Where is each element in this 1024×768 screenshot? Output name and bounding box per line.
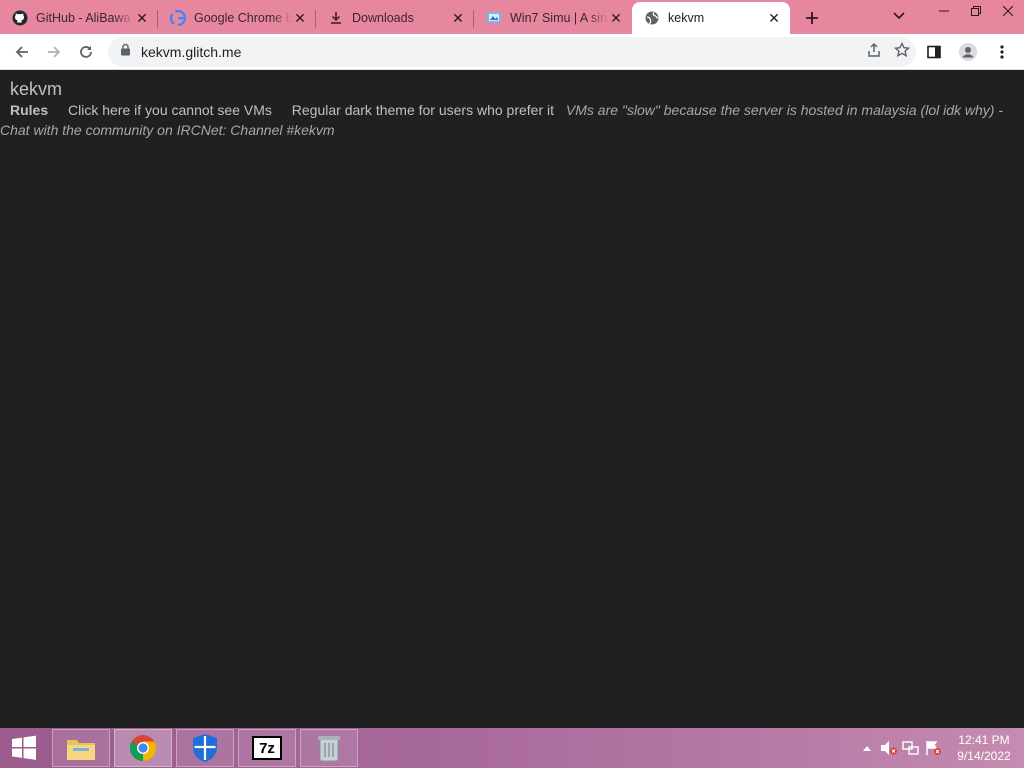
restore-icon [971, 6, 981, 16]
reload-button[interactable] [70, 36, 102, 68]
tab-title: Win7 Simu | A sin [510, 11, 608, 25]
new-tab-button[interactable] [798, 4, 826, 32]
chevron-up-icon [863, 746, 871, 751]
file-explorer-button[interactable] [52, 729, 110, 767]
url-text[interactable]: kekvm.glitch.me [141, 44, 241, 60]
network-icon[interactable] [900, 737, 922, 759]
tab-kekvm[interactable]: kekvm ✕ [632, 2, 790, 34]
close-icon[interactable]: ✕ [134, 10, 150, 26]
side-panel-button[interactable] [918, 36, 950, 68]
tab-title: Google Chrome b [194, 11, 292, 25]
volume-muted-icon[interactable] [878, 737, 900, 759]
tab-search-button[interactable] [889, 6, 909, 26]
tab-win7-simu[interactable]: Win7 Simu | A sin ✕ [474, 2, 632, 34]
bookmark-star-icon[interactable] [893, 41, 911, 63]
browser-toolbar: kekvm.glitch.me [0, 34, 1024, 70]
defender-button[interactable] [176, 729, 234, 767]
close-icon [1003, 6, 1013, 16]
download-icon [328, 10, 344, 26]
tab-google-chrome[interactable]: Google Chrome b ✕ [158, 2, 316, 34]
close-icon[interactable]: ✕ [766, 10, 782, 26]
lock-icon[interactable] [120, 43, 131, 61]
tab-downloads[interactable]: Downloads ✕ [316, 2, 474, 34]
profile-avatar-icon [959, 43, 977, 61]
forward-button[interactable] [38, 36, 70, 68]
action-center-flag-icon[interactable] [922, 737, 944, 759]
clock-time: 12:41 PM [958, 733, 1010, 747]
tab-title: Downloads [352, 11, 414, 25]
7zip-button[interactable]: 7z [238, 729, 296, 767]
recycle-app-icon [318, 736, 340, 762]
site-title: kekvm [10, 79, 63, 99]
forward-arrow-icon [48, 45, 61, 58]
tab-title: GitHub - AliBawa [36, 11, 131, 25]
tab-title: kekvm [668, 11, 705, 25]
start-button[interactable] [0, 728, 48, 768]
chrome-icon [129, 735, 157, 762]
restore-button[interactable] [960, 0, 992, 22]
chrome-taskbar-button[interactable] [114, 729, 172, 767]
reload-icon [80, 45, 92, 58]
7zip-icon: 7z [252, 736, 282, 760]
chevron-down-icon [893, 12, 905, 20]
back-button[interactable] [6, 36, 38, 68]
close-icon[interactable]: ✕ [450, 10, 466, 26]
github-icon [12, 10, 28, 26]
minimize-icon [939, 10, 949, 12]
defender-icon [193, 734, 217, 762]
window-controls [928, 0, 1024, 24]
page-content: kekvm Rules Click here if you cannot see… [0, 70, 1024, 728]
back-arrow-icon [15, 45, 28, 58]
rules-link[interactable]: Rules [10, 102, 48, 118]
address-bar[interactable]: kekvm.glitch.me [108, 37, 916, 67]
taskbar-clock[interactable]: 12:41 PM 9/14/2022 [944, 732, 1024, 764]
menu-button[interactable] [986, 36, 1018, 68]
google-icon [170, 10, 186, 26]
7zip-label: 7z [259, 739, 275, 757]
window-close-button[interactable] [992, 0, 1024, 22]
close-icon[interactable]: ✕ [292, 10, 308, 26]
windows-logo-icon [12, 735, 36, 760]
globe-icon [644, 10, 660, 26]
close-icon[interactable]: ✕ [608, 10, 624, 26]
site-nav: Rules Click here if you cannot see VMs R… [0, 100, 1020, 140]
system-tray: 12:41 PM 9/14/2022 [856, 728, 1024, 768]
cannot-see-vms-link[interactable]: Click here if you cannot see VMs [68, 102, 272, 118]
file-explorer-icon [67, 740, 95, 760]
tab-github[interactable]: GitHub - AliBawa ✕ [0, 2, 158, 34]
windows-taskbar: 7z 12:41 PM 9/14/2022 [0, 728, 1024, 768]
win7simu-icon [486, 10, 502, 26]
clock-date: 9/14/2022 [957, 749, 1011, 763]
tab-strip: GitHub - AliBawa ✕ Google Chrome b ✕ Dow… [0, 0, 1024, 34]
recycle-app-button[interactable] [300, 729, 358, 767]
profile-button[interactable] [952, 36, 984, 68]
show-hidden-icons-button[interactable] [856, 737, 878, 759]
kebab-menu-icon [1000, 45, 1004, 59]
plus-icon [806, 12, 818, 24]
side-panel-icon [927, 45, 941, 59]
minimize-button[interactable] [928, 0, 960, 22]
dark-theme-link[interactable]: Regular dark theme for users who prefer … [292, 102, 554, 118]
share-icon[interactable] [866, 42, 882, 63]
